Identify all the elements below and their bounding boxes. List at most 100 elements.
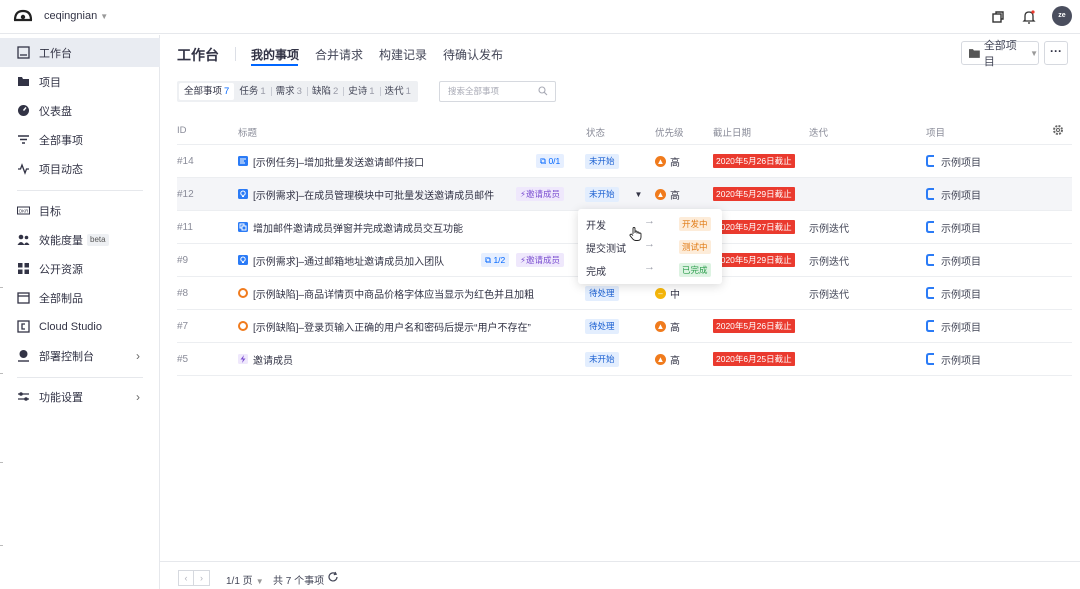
- project-cell[interactable]: 示例项目: [926, 211, 981, 243]
- sidebar-item-projects[interactable]: 项目: [0, 67, 160, 96]
- sidebar-item-deploy[interactable]: 部署控制台 ›: [0, 341, 160, 370]
- issue-title[interactable]: 增加邮件邀请成员弹窗并完成邀请成员交互功能: [253, 220, 463, 235]
- team-switcher[interactable]: ceqingnian ▼: [44, 10, 108, 22]
- column-header-status[interactable]: 状态: [586, 125, 605, 139]
- filter-all[interactable]: 全部事项 7: [179, 83, 235, 100]
- due-date-cell[interactable]: 2020年5月27日截止: [713, 211, 795, 243]
- due-date-cell[interactable]: 2020年6月25日截止: [713, 343, 795, 375]
- column-header-project[interactable]: 项目: [926, 125, 945, 139]
- epic-tag[interactable]: ⚡邀请成员: [516, 187, 564, 201]
- issue-title[interactable]: [示例需求]–通过邮箱地址邀请成员加入团队: [253, 253, 444, 268]
- project-select[interactable]: 全部项目 ▼: [961, 40, 1039, 68]
- notification-bell-icon[interactable]: [1021, 9, 1037, 25]
- sidebar-item-activity[interactable]: 项目动态: [0, 154, 160, 183]
- next-page-button[interactable]: ›: [194, 570, 210, 586]
- dropdown-item-develop[interactable]: 开发 → 开发中: [578, 212, 722, 235]
- issue-title[interactable]: 邀请成员: [253, 352, 293, 367]
- status-badge[interactable]: 未开始: [585, 351, 619, 367]
- issue-title[interactable]: [示例需求]–在成员管理模块中可批量发送邀请成员邮件: [253, 187, 494, 202]
- status-cell[interactable]: 未开始: [585, 343, 619, 375]
- prev-page-button[interactable]: ‹: [178, 570, 194, 586]
- tab-build-records[interactable]: 构建记录: [379, 46, 427, 63]
- column-header-id[interactable]: ID: [177, 125, 187, 136]
- project-name: 示例项目: [941, 190, 981, 202]
- window-icon[interactable]: [990, 9, 1006, 25]
- project-cell[interactable]: 示例项目: [926, 277, 981, 309]
- status-cell[interactable]: 未开始: [585, 145, 619, 177]
- issue-title-cell[interactable]: 增加邮件邀请成员弹窗并完成邀请成员交互功能: [238, 211, 463, 243]
- priority-cell[interactable]: ▲ 高: [655, 178, 680, 210]
- filter-iteration[interactable]: 迭代 1: [379, 83, 416, 100]
- issue-title[interactable]: [示例缺陷]–商品详情页中商品价格字体应当显示为红色并且加粗: [253, 286, 534, 301]
- sidebar-item-settings[interactable]: 功能设置 ›: [0, 382, 160, 411]
- status-cell[interactable]: 待处理: [585, 310, 619, 342]
- filter-task[interactable]: 任务 1: [234, 83, 270, 100]
- caret-down-icon[interactable]: ▼: [635, 190, 643, 199]
- sidebar-item-cloud-studio[interactable]: Cloud Studio: [0, 312, 160, 341]
- search-input[interactable]: 搜索全部事项: [439, 81, 556, 102]
- project-cell[interactable]: 示例项目: [926, 343, 981, 375]
- project-cell[interactable]: 示例项目: [926, 310, 981, 342]
- table-row[interactable]: #12 [示例需求]–在成员管理模块中可批量发送邀请成员邮件 ⚡邀请成员 未开始…: [177, 178, 1072, 211]
- filter-label: 缺陷: [311, 86, 331, 97]
- priority-label: 高: [670, 190, 680, 202]
- status-cell[interactable]: 未开始 ▼: [585, 178, 642, 210]
- column-header-title[interactable]: 标题: [238, 125, 257, 139]
- sidebar-item-artifacts[interactable]: 全部制品: [0, 283, 160, 312]
- filter-requirement[interactable]: 需求 3: [270, 83, 307, 100]
- refresh-icon[interactable]: [327, 571, 339, 583]
- avatar[interactable]: ze: [1052, 6, 1072, 26]
- column-header-iteration[interactable]: 迭代: [809, 125, 828, 139]
- more-button[interactable]: ···: [1044, 41, 1068, 65]
- dropdown-item-submit-test[interactable]: 提交测试 → 测试中: [578, 235, 722, 258]
- tab-merge-requests[interactable]: 合并请求: [315, 46, 363, 63]
- sidebar-item-all-issues[interactable]: 全部事项: [0, 125, 160, 154]
- status-badge[interactable]: 待处理: [585, 318, 619, 334]
- status-badge[interactable]: 待处理: [585, 285, 619, 301]
- status-badge[interactable]: 未开始: [585, 186, 619, 202]
- issue-title[interactable]: [示例缺陷]–登录页输入正确的用户名和密码后提示“用户不存在”: [253, 319, 531, 334]
- due-date-cell[interactable]: 2020年5月29日截止: [713, 178, 795, 210]
- project-cell[interactable]: 示例项目: [926, 145, 981, 177]
- iteration-cell[interactable]: 示例迭代: [809, 277, 849, 309]
- priority-cell[interactable]: ▲ 高: [655, 343, 680, 375]
- priority-cell[interactable]: ▲ 高: [655, 145, 680, 177]
- sidebar-item-okr[interactable]: OKR 目标: [0, 196, 160, 225]
- filter-epic[interactable]: 史诗 1: [343, 83, 379, 100]
- issue-title-cell[interactable]: [示例需求]–在成员管理模块中可批量发送邀请成员邮件: [238, 178, 494, 210]
- table-row[interactable]: #14 [示例任务]–增加批量发送邀请邮件接口 ⧉ 0/1 未开始 ▲ 高 202…: [177, 145, 1072, 178]
- due-date-cell[interactable]: 2020年5月26日截止: [713, 145, 795, 177]
- column-header-priority[interactable]: 优先级: [655, 125, 684, 139]
- sidebar-item-workbench[interactable]: 工作台: [0, 38, 160, 67]
- table-row[interactable]: #7 [示例缺陷]–登录页输入正确的用户名和密码后提示“用户不存在” 待处理 ▲…: [177, 310, 1072, 343]
- issue-title-cell[interactable]: [示例任务]–增加批量发送邀请邮件接口: [238, 145, 424, 177]
- coding-logo-icon[interactable]: [12, 7, 34, 27]
- issue-title-cell[interactable]: 邀请成员: [238, 343, 293, 375]
- subtask-progress[interactable]: ⧉ 1/2: [481, 253, 510, 267]
- iteration-cell[interactable]: 示例迭代: [809, 211, 849, 243]
- tab-pending-releases[interactable]: 待确认发布: [443, 46, 503, 63]
- dropdown-item-complete[interactable]: 完成 → 已完成: [578, 258, 722, 281]
- status-badge[interactable]: 未开始: [585, 153, 619, 169]
- project-cell[interactable]: 示例项目: [926, 178, 981, 210]
- table-row[interactable]: #5 邀请成员 未开始 ▲ 高 2020年6月25日截止 示例项目: [177, 343, 1072, 376]
- due-date-cell[interactable]: 2020年5月26日截止: [713, 310, 795, 342]
- subtask-progress[interactable]: ⧉ 0/1: [536, 154, 565, 168]
- issue-title-cell[interactable]: [示例缺陷]–登录页输入正确的用户名和密码后提示“用户不存在”: [238, 310, 531, 342]
- sidebar-item-dashboard[interactable]: 仪表盘: [0, 96, 160, 125]
- due-date-cell[interactable]: 2020年5月29日截止: [713, 244, 795, 276]
- filter-defect[interactable]: 缺陷 2: [306, 83, 343, 100]
- priority-cell[interactable]: ▲ 高: [655, 310, 680, 342]
- issue-title[interactable]: [示例任务]–增加批量发送邀请邮件接口: [253, 154, 424, 169]
- column-header-due[interactable]: 截止日期: [713, 125, 751, 139]
- epic-tag[interactable]: ⚡邀请成员: [516, 253, 564, 267]
- iteration-cell[interactable]: 示例迭代: [809, 244, 849, 276]
- sidebar-item-metrics[interactable]: 效能度量 beta: [0, 225, 160, 254]
- tab-my-issues[interactable]: 我的事项: [251, 46, 299, 63]
- sidebar-item-public-resources[interactable]: 公开资源: [0, 254, 160, 283]
- page-select[interactable]: 1/1 页 ▼: [226, 572, 264, 587]
- gear-icon[interactable]: [1052, 124, 1064, 136]
- issue-title-cell[interactable]: [示例需求]–通过邮箱地址邀请成员加入团队: [238, 244, 444, 276]
- project-cell[interactable]: 示例项目: [926, 244, 981, 276]
- issue-title-cell[interactable]: [示例缺陷]–商品详情页中商品价格字体应当显示为红色并且加粗: [238, 277, 534, 309]
